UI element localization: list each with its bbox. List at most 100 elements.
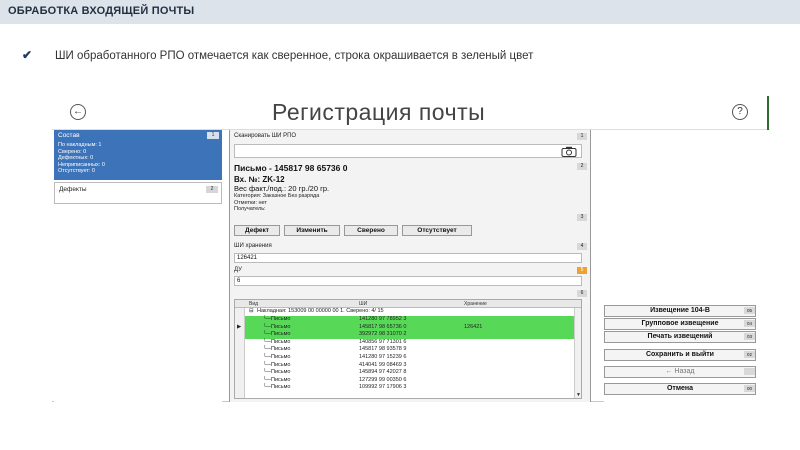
table-row[interactable]: └─ Письмо 140856 97 71301 6 (245, 339, 575, 347)
expand-icon[interactable]: ⊟ (249, 308, 254, 316)
side-button-badge: 05 (744, 307, 755, 314)
side-button-badge: 04 (744, 320, 755, 327)
side-button[interactable]: Извещение 104-В (604, 305, 756, 317)
tree-line: └─ (263, 331, 271, 338)
help-icon[interactable]: ? (732, 104, 748, 120)
sostav-panel[interactable]: Состав 1 По накладным: 1 Сверено: 0 Дефе… (54, 130, 222, 180)
cell-id: 392972 98 31070 2 (359, 331, 407, 338)
cell-type: Письмо (271, 369, 291, 376)
cell-id: 145817 98 65736 0 (359, 323, 407, 330)
cell-id: 109992 97 17906 3 (359, 384, 407, 391)
cell-id: 127299 99 00350 6 (359, 376, 407, 383)
incoming-number: Вх. №: ZK-12 (234, 175, 285, 184)
storage-badge: 4 (577, 243, 587, 250)
page-title: Регистрация почты (272, 99, 486, 125)
scrollbar[interactable]: ▼ (574, 308, 581, 398)
app-window: ← Регистрация почты ? Состав 1 По наклад… (52, 96, 770, 402)
scan-label: Сканировать ШИ РПО (234, 133, 297, 139)
camera-icon[interactable] (561, 146, 577, 157)
main-panel: Сканировать ШИ РПО 1 2 Письмо - 145817 9… (229, 130, 591, 402)
left-panel: Состав 1 По накладным: 1 Сверено: 0 Дефе… (54, 130, 222, 402)
table-header: Вид ШИ Хранение (235, 300, 581, 308)
tree-line: └─ (263, 354, 271, 360)
defects-title: Дефекты (59, 186, 87, 193)
table-group-row[interactable]: ⊟ Накладная: 153009 00 00000 00 1. Свере… (235, 308, 575, 316)
side-button[interactable]: Групповое извещение (604, 318, 756, 330)
group-label: Накладная: 153009 00 00000 00 1. Сверено… (257, 308, 384, 314)
cell-type: Письмо (271, 346, 291, 353)
cell-type: Письмо (271, 338, 291, 345)
tree-line: └─ (263, 346, 271, 353)
table-row[interactable]: └─ Письмо 141280 97 15239 6 (245, 354, 575, 362)
storage-label: ШИ хранения (234, 243, 272, 249)
column-header: Вид (249, 301, 259, 307)
stat-line: Отсутствует: 0 (58, 168, 95, 174)
verified-button[interactable]: Сверено (344, 225, 398, 236)
side-button-badge: 03 (744, 333, 755, 340)
scan-badge: 1 (577, 133, 587, 140)
du-input[interactable]: 6 (234, 276, 582, 286)
column-header: Хранение (464, 301, 487, 307)
grid-badge: 6 (577, 290, 587, 297)
cell-id: 140856 97 71301 6 (359, 338, 407, 345)
window-edge (767, 96, 769, 130)
cell-id: 141280 97 15239 6 (359, 354, 407, 360)
tree-line: └─ (263, 369, 271, 376)
defect-button[interactable]: Дефект (234, 225, 280, 236)
sostav-title: Состав (58, 132, 80, 139)
app-header: ← Регистрация почты ? (52, 96, 770, 130)
scan-input[interactable] (234, 144, 582, 158)
table-row[interactable]: ▶ └─ Письмо 145817 98 65736 0 126421 (237, 323, 575, 332)
cell-id: 145894 97 42027 8 (359, 369, 407, 376)
tree-line: └─ (263, 316, 271, 322)
items-table[interactable]: Вид ШИ Хранение ⊟ Накладная: 153009 00 0… (234, 299, 582, 399)
sostav-badge: 1 (207, 132, 219, 139)
side-button[interactable]: ← Назад (604, 366, 756, 378)
item-badge: 2 (577, 163, 587, 170)
storage-input[interactable]: 126421 (234, 253, 582, 263)
cell-type: Письмо (271, 354, 291, 360)
current-row-arrow-icon: ▶ (237, 323, 242, 332)
edit-button[interactable]: Изменить (284, 225, 340, 236)
stat-line: По накладным: 1 (58, 142, 102, 148)
column-header: ШИ (359, 301, 368, 307)
defects-panel[interactable]: Дефекты 2 (54, 182, 222, 204)
item-details: Категория: Заказное Без разряда Отметки:… (234, 193, 319, 213)
sostav-stats: По накладным: 1 Сверено: 0 Дефектных: 0 … (58, 142, 105, 175)
cell-type: Письмо (271, 376, 291, 383)
missing-button[interactable]: Отсутствует (402, 225, 472, 236)
side-button[interactable]: Отмена (604, 383, 756, 395)
weight: Вес факт./под.: 20 гр./20 гр. (234, 184, 330, 193)
bullet-text: ШИ обработанного РПО отмечается как свер… (55, 50, 534, 62)
table-row[interactable]: └─ Письмо 127299 99 00350 6 (245, 377, 575, 385)
item-detail-line: Получатель: (234, 206, 266, 212)
actions-badge: 3 (577, 214, 587, 221)
checkmark-icon: ✔ (22, 48, 33, 62)
du-label: ДУ (234, 267, 242, 273)
cell-type: Письмо (271, 361, 291, 368)
cell-type: Письмо (271, 316, 291, 322)
table-row[interactable]: └─ Письмо 414041 99 08469 3 (245, 362, 575, 370)
cell-storage: 126421 (464, 323, 483, 330)
table-row[interactable]: └─ Письмо 145817 98 93578 9 (245, 346, 575, 354)
table-row[interactable]: └─ Письмо 145894 97 42027 8 (245, 369, 575, 377)
side-button[interactable]: Печать извещений (604, 331, 756, 343)
slide-header-bar: ОБРАБОТКА ВХОДЯЩЕЙ ПОЧТЫ (0, 0, 800, 24)
table-row[interactable]: └─ Письмо 392972 98 31070 2 (245, 331, 575, 339)
cell-id: 141280 97 78952 3 (359, 316, 407, 322)
defects-badge: 2 (206, 186, 218, 193)
side-button[interactable]: Сохранить и выйти (604, 349, 756, 361)
scroll-down-icon[interactable]: ▼ (576, 392, 581, 398)
right-panel: Извещение 104-В 05 Групповое извещение 04 Пе… (604, 130, 770, 402)
cell-type: Письмо (271, 384, 291, 391)
table-row[interactable]: └─ Письмо 141280 97 78952 3 (245, 316, 575, 324)
table-row[interactable]: └─ Письмо 109992 97 17906 3 (245, 384, 575, 392)
side-button-badge: 02 (744, 351, 755, 358)
back-arrow-icon[interactable]: ← (70, 104, 86, 120)
cell-type: Письмо (271, 323, 291, 330)
side-button-badge: 00 (744, 385, 755, 392)
tree-line: └─ (263, 384, 271, 391)
cell-id: 145817 98 93578 9 (359, 346, 407, 353)
slide-header: ОБРАБОТКА ВХОДЯЩЕЙ ПОЧТЫ (8, 5, 195, 17)
slide: ОБРАБОТКА ВХОДЯЩЕЙ ПОЧТЫ ✔ ШИ обработанн… (0, 0, 800, 450)
